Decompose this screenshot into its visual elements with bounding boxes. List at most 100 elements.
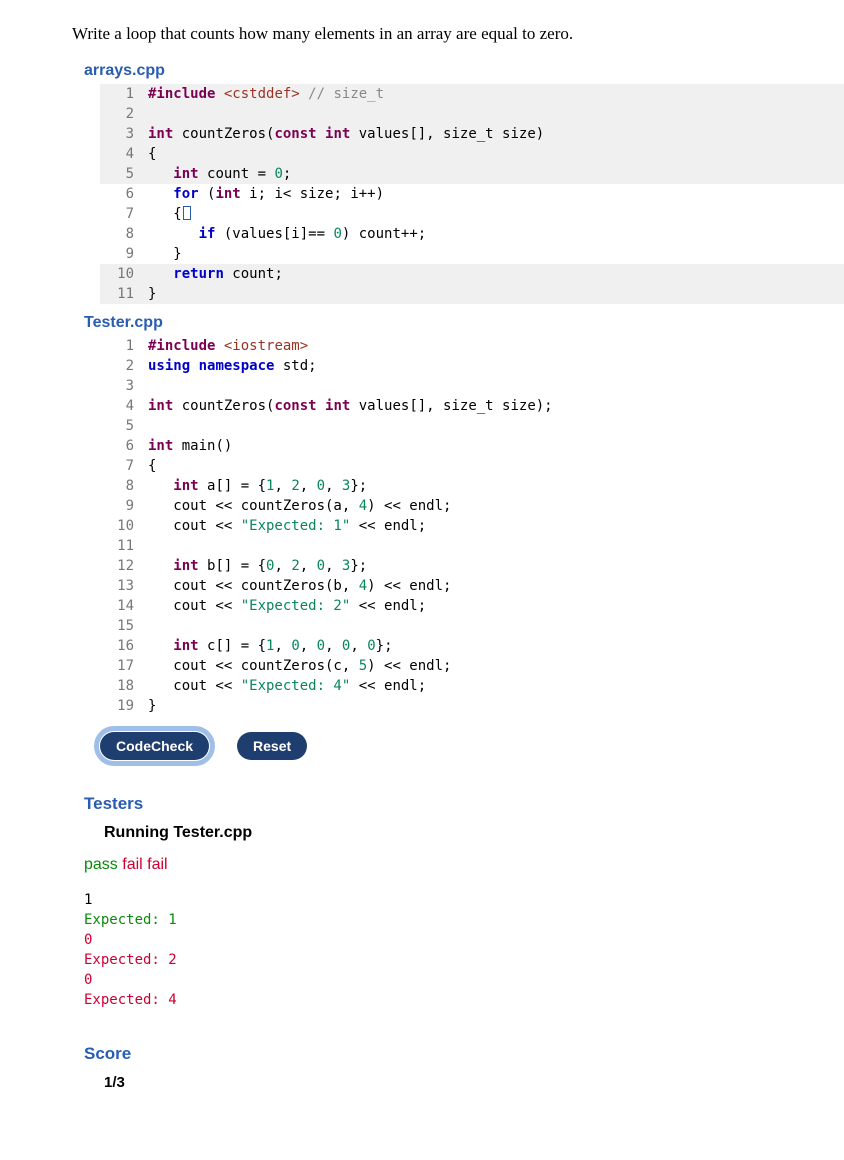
code-line: 2using namespace std; xyxy=(100,356,844,376)
code-text: #include <iostream> xyxy=(148,336,844,356)
code-text: if (values[i]== 0) count++; xyxy=(148,224,844,244)
code-line[interactable]: 9 } xyxy=(100,244,844,264)
code-line: 5 xyxy=(100,416,844,436)
running-heading: Running Tester.cpp xyxy=(104,824,844,842)
codecheck-button[interactable]: CodeCheck xyxy=(100,732,209,760)
test-summary: pass fail fail xyxy=(84,856,844,874)
line-number: 13 xyxy=(100,576,148,596)
console-line: 0 xyxy=(84,970,844,990)
line-number: 4 xyxy=(100,144,148,164)
code-text: cout << countZeros(b, 4) << endl; xyxy=(148,576,844,596)
code-text: int main() xyxy=(148,436,844,456)
line-number: 14 xyxy=(100,596,148,616)
code-text: int b[] = {0, 2, 0, 3}; xyxy=(148,556,844,576)
code-text: #include <cstddef> // size_t xyxy=(148,84,844,104)
code-line: 15 xyxy=(100,616,844,636)
code-viewer-tester: 1#include <iostream>2using namespace std… xyxy=(100,336,844,716)
code-line[interactable]: 11} xyxy=(100,284,844,304)
code-line: 4int countZeros(const int values[], size… xyxy=(100,396,844,416)
code-line[interactable]: 10 return count; xyxy=(100,264,844,284)
line-number: 9 xyxy=(100,244,148,264)
code-line: 11 xyxy=(100,536,844,556)
console-line: 1 xyxy=(84,890,844,910)
code-line: 9 cout << countZeros(a, 4) << endl; xyxy=(100,496,844,516)
test-result-badge: fail xyxy=(122,856,142,873)
score-heading: Score xyxy=(84,1044,844,1064)
code-text: } xyxy=(148,284,844,304)
line-number: 5 xyxy=(100,164,148,184)
code-line[interactable]: 7 { xyxy=(100,204,844,224)
filename-tester: Tester.cpp xyxy=(84,314,844,332)
line-number: 8 xyxy=(100,476,148,496)
code-text: int a[] = {1, 2, 0, 3}; xyxy=(148,476,844,496)
code-line: 7{ xyxy=(100,456,844,476)
code-line[interactable]: 3int countZeros(const int values[], size… xyxy=(100,124,844,144)
console-line: Expected: 2 xyxy=(84,950,844,970)
code-text: return count; xyxy=(148,264,844,284)
code-line: 16 int c[] = {1, 0, 0, 0, 0}; xyxy=(100,636,844,656)
line-number: 3 xyxy=(100,376,148,396)
console-line: Expected: 4 xyxy=(84,990,844,1010)
line-number: 1 xyxy=(100,84,148,104)
code-text: cout << countZeros(a, 4) << endl; xyxy=(148,496,844,516)
code-text: using namespace std; xyxy=(148,356,844,376)
code-line: 13 cout << countZeros(b, 4) << endl; xyxy=(100,576,844,596)
code-line[interactable]: 1#include <cstddef> // size_t xyxy=(100,84,844,104)
exercise-prompt: Write a loop that counts how many elemen… xyxy=(72,24,844,44)
code-text xyxy=(148,616,844,636)
line-number: 2 xyxy=(100,356,148,376)
code-text: } xyxy=(148,244,844,264)
text-cursor xyxy=(183,206,191,220)
test-result-badge: pass xyxy=(84,856,118,873)
code-text: { xyxy=(148,204,844,224)
code-text xyxy=(148,536,844,556)
code-line: 12 int b[] = {0, 2, 0, 3}; xyxy=(100,556,844,576)
code-line: 6int main() xyxy=(100,436,844,456)
code-line: 10 cout << "Expected: 1" << endl; xyxy=(100,516,844,536)
line-number: 6 xyxy=(100,184,148,204)
line-number: 4 xyxy=(100,396,148,416)
code-text: int count = 0; xyxy=(148,164,844,184)
line-number: 17 xyxy=(100,656,148,676)
code-text xyxy=(148,376,844,396)
line-number: 8 xyxy=(100,224,148,244)
code-text: cout << countZeros(c, 5) << endl; xyxy=(148,656,844,676)
line-number: 5 xyxy=(100,416,148,436)
line-number: 19 xyxy=(100,696,148,716)
line-number: 10 xyxy=(100,264,148,284)
code-text: { xyxy=(148,456,844,476)
code-editor-arrays[interactable]: 1#include <cstddef> // size_t2 3int coun… xyxy=(100,84,844,304)
code-line: 18 cout << "Expected: 4" << endl; xyxy=(100,676,844,696)
code-line: 14 cout << "Expected: 2" << endl; xyxy=(100,596,844,616)
line-number: 7 xyxy=(100,456,148,476)
code-line: 3 xyxy=(100,376,844,396)
code-text xyxy=(148,416,844,436)
code-text: cout << "Expected: 2" << endl; xyxy=(148,596,844,616)
code-line[interactable]: 8 if (values[i]== 0) count++; xyxy=(100,224,844,244)
code-line[interactable]: 6 for (int i; i< size; i++) xyxy=(100,184,844,204)
code-text: { xyxy=(148,144,844,164)
line-number: 9 xyxy=(100,496,148,516)
code-text: int countZeros(const int values[], size_… xyxy=(148,396,844,416)
testers-heading: Testers xyxy=(84,794,844,814)
line-number: 11 xyxy=(100,284,148,304)
console-line: 0 xyxy=(84,930,844,950)
code-text: for (int i; i< size; i++) xyxy=(148,184,844,204)
console-line: Expected: 1 xyxy=(84,910,844,930)
line-number: 16 xyxy=(100,636,148,656)
code-text: cout << "Expected: 1" << endl; xyxy=(148,516,844,536)
filename-arrays: arrays.cpp xyxy=(84,62,844,80)
test-result-badge: fail xyxy=(147,856,167,873)
code-text: cout << "Expected: 4" << endl; xyxy=(148,676,844,696)
line-number: 6 xyxy=(100,436,148,456)
code-line[interactable]: 5 int count = 0; xyxy=(100,164,844,184)
code-line[interactable]: 4{ xyxy=(100,144,844,164)
line-number: 11 xyxy=(100,536,148,556)
code-text xyxy=(148,104,844,124)
code-line[interactable]: 2 xyxy=(100,104,844,124)
line-number: 15 xyxy=(100,616,148,636)
reset-button[interactable]: Reset xyxy=(237,732,307,760)
line-number: 12 xyxy=(100,556,148,576)
test-output: 1Expected: 10Expected: 20Expected: 4 xyxy=(84,890,844,1010)
code-line: 8 int a[] = {1, 2, 0, 3}; xyxy=(100,476,844,496)
